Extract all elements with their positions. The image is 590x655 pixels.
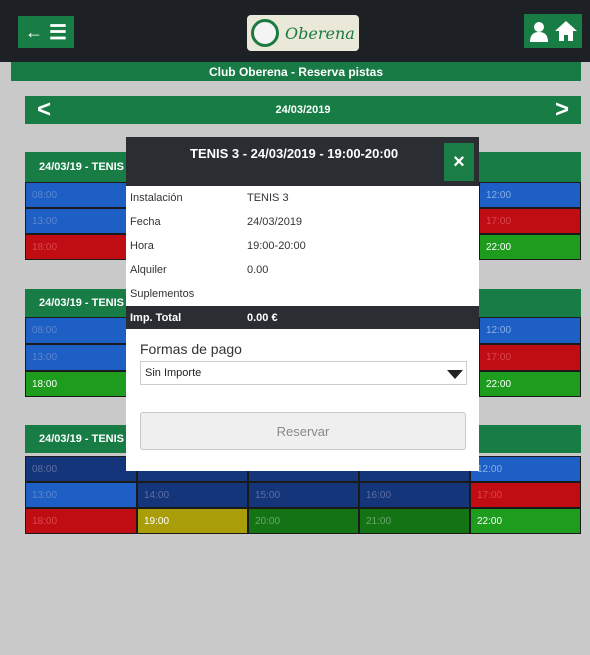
slot[interactable]: 22:00 [479, 371, 581, 397]
home-icon[interactable] [554, 20, 578, 42]
empty-area [11, 547, 581, 655]
total-row: Imp. Total 0.00 € [126, 306, 479, 329]
page-title: Club Oberena - Reserva pistas [11, 62, 581, 81]
slot[interactable]: 15:00 [248, 482, 359, 508]
slot[interactable]: 18:00 [25, 508, 137, 534]
slot[interactable]: 17:00 [470, 482, 581, 508]
slot[interactable]: 21:00 [359, 508, 470, 534]
detail-label: Alquiler [130, 264, 167, 276]
current-date: 24/03/2019 [275, 104, 331, 116]
detail-value: 24/03/2019 [247, 216, 303, 228]
reserve-button[interactable]: Reservar [140, 412, 466, 450]
slot[interactable]: 13:00 [25, 482, 137, 508]
logo-emblem-icon [251, 19, 279, 47]
total-value: 0.00 € [247, 312, 278, 324]
slot[interactable]: 17:00 [479, 208, 581, 234]
payment-selected-value: Sin Importe [145, 367, 202, 379]
club-logo[interactable]: Oberena [247, 15, 359, 51]
detail-value: TENIS 3 [247, 192, 289, 204]
slot[interactable]: 17:00 [479, 344, 581, 371]
selected-slot[interactable]: 19:00 [137, 508, 248, 534]
next-day-button[interactable]: > [555, 96, 569, 124]
booking-modal: TENIS 3 - 24/03/2019 - 19:00-20:00 × Ins… [126, 137, 479, 471]
date-navigator: < 24/03/2019 > [25, 96, 581, 124]
slot[interactable]: 22:00 [479, 234, 581, 260]
slot[interactable]: 16:00 [359, 482, 470, 508]
modal-title: TENIS 3 - 24/03/2019 - 19:00-20:00 [190, 146, 399, 161]
court-title: 24/03/19 - TENIS [39, 161, 124, 173]
detail-label: Instalación [130, 192, 183, 204]
slot[interactable]: 13:00 [25, 344, 137, 371]
slot[interactable]: 08:00 [25, 317, 137, 344]
nav-buttons: ← ☰ [18, 16, 74, 48]
user-icon[interactable] [528, 20, 550, 42]
slot[interactable]: 12:00 [479, 317, 581, 344]
chevron-down-icon [447, 370, 463, 379]
slot[interactable]: 14:00 [137, 482, 248, 508]
payment-select[interactable]: Sin Importe [140, 361, 467, 385]
detail-value: 19:00-20:00 [247, 240, 306, 252]
arrow-left-icon[interactable]: ← [25, 22, 43, 43]
close-button[interactable]: × [444, 143, 474, 181]
detail-value: 0.00 [247, 264, 269, 276]
top-bar: ← ☰ Oberena [0, 0, 590, 62]
slot[interactable]: 18:00 [25, 371, 137, 397]
hamburger-menu-icon[interactable]: ☰ [49, 20, 67, 45]
logo-text: Oberena [285, 23, 355, 43]
slot[interactable]: 12:00 [470, 456, 581, 482]
prev-day-button[interactable]: < [37, 96, 51, 124]
court-title: 24/03/19 - TENIS [39, 433, 124, 445]
detail-label: Suplementos [130, 288, 195, 300]
court-title: 24/03/19 - TENIS [39, 297, 124, 309]
detail-label: Hora [130, 240, 154, 252]
account-buttons [524, 14, 582, 48]
close-icon: × [453, 150, 465, 173]
slot[interactable]: 08:00 [25, 182, 137, 208]
detail-label: Fecha [130, 216, 161, 228]
slot[interactable]: 18:00 [25, 234, 137, 260]
slot[interactable]: 22:00 [470, 508, 581, 534]
slot[interactable]: 08:00 [25, 456, 137, 482]
total-label: Imp. Total [130, 312, 182, 324]
modal-header: TENIS 3 - 24/03/2019 - 19:00-20:00 × [126, 137, 479, 186]
payment-label: Formas de pago [140, 341, 242, 357]
slot[interactable]: 20:00 [248, 508, 359, 534]
slot[interactable]: 13:00 [25, 208, 137, 234]
slot[interactable]: 12:00 [479, 182, 581, 208]
